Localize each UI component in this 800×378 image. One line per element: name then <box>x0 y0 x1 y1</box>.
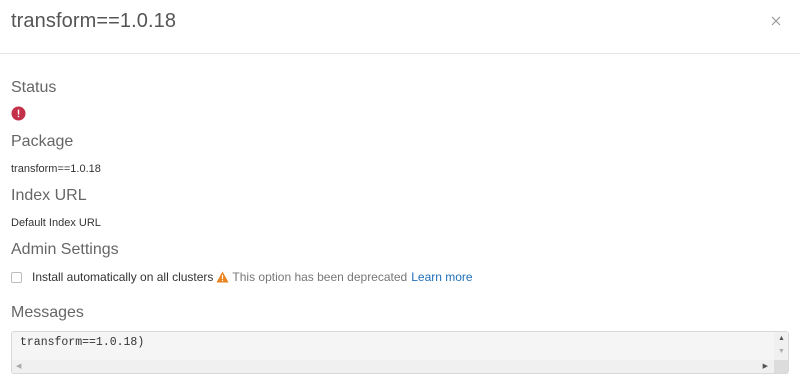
install-automatically-label[interactable]: Install automatically on all clusters <box>32 270 213 284</box>
admin-settings-label: Admin Settings <box>11 241 119 258</box>
learn-more-link[interactable]: Learn more <box>411 270 472 284</box>
vertical-scrollbar[interactable]: ▲ ▼ <box>774 332 788 360</box>
index-url-label: Index URL <box>11 187 87 204</box>
close-icon[interactable] <box>769 14 783 28</box>
messages-content: transform==1.0.18) <box>20 336 145 349</box>
install-automatically-row: Install automatically on all clusters Th… <box>11 269 473 285</box>
scroll-left-icon[interactable]: ◀ <box>16 363 21 370</box>
warning-icon <box>216 271 229 283</box>
scroll-down-icon[interactable]: ▼ <box>778 348 785 355</box>
scroll-corner <box>774 360 788 373</box>
messages-label: Messages <box>11 304 84 321</box>
package-value: transform==1.0.18 <box>11 163 101 175</box>
modal-title: transform==1.0.18 <box>11 10 177 32</box>
status-label: Status <box>11 79 57 96</box>
modal-header: transform==1.0.18 <box>0 0 800 54</box>
package-label: Package <box>11 133 74 150</box>
scroll-right-icon[interactable]: ▶ <box>763 363 768 370</box>
messages-textarea[interactable]: transform==1.0.18) ▲ ▼ ◀ ▶ <box>11 331 789 374</box>
scroll-up-icon[interactable]: ▲ <box>778 335 785 342</box>
error-icon <box>11 106 26 121</box>
index-url-value: Default Index URL <box>11 217 101 229</box>
install-automatically-checkbox[interactable] <box>11 271 22 283</box>
horizontal-scrollbar[interactable]: ◀ ▶ <box>12 360 776 373</box>
deprecated-notice: This option has been deprecated <box>232 270 408 284</box>
